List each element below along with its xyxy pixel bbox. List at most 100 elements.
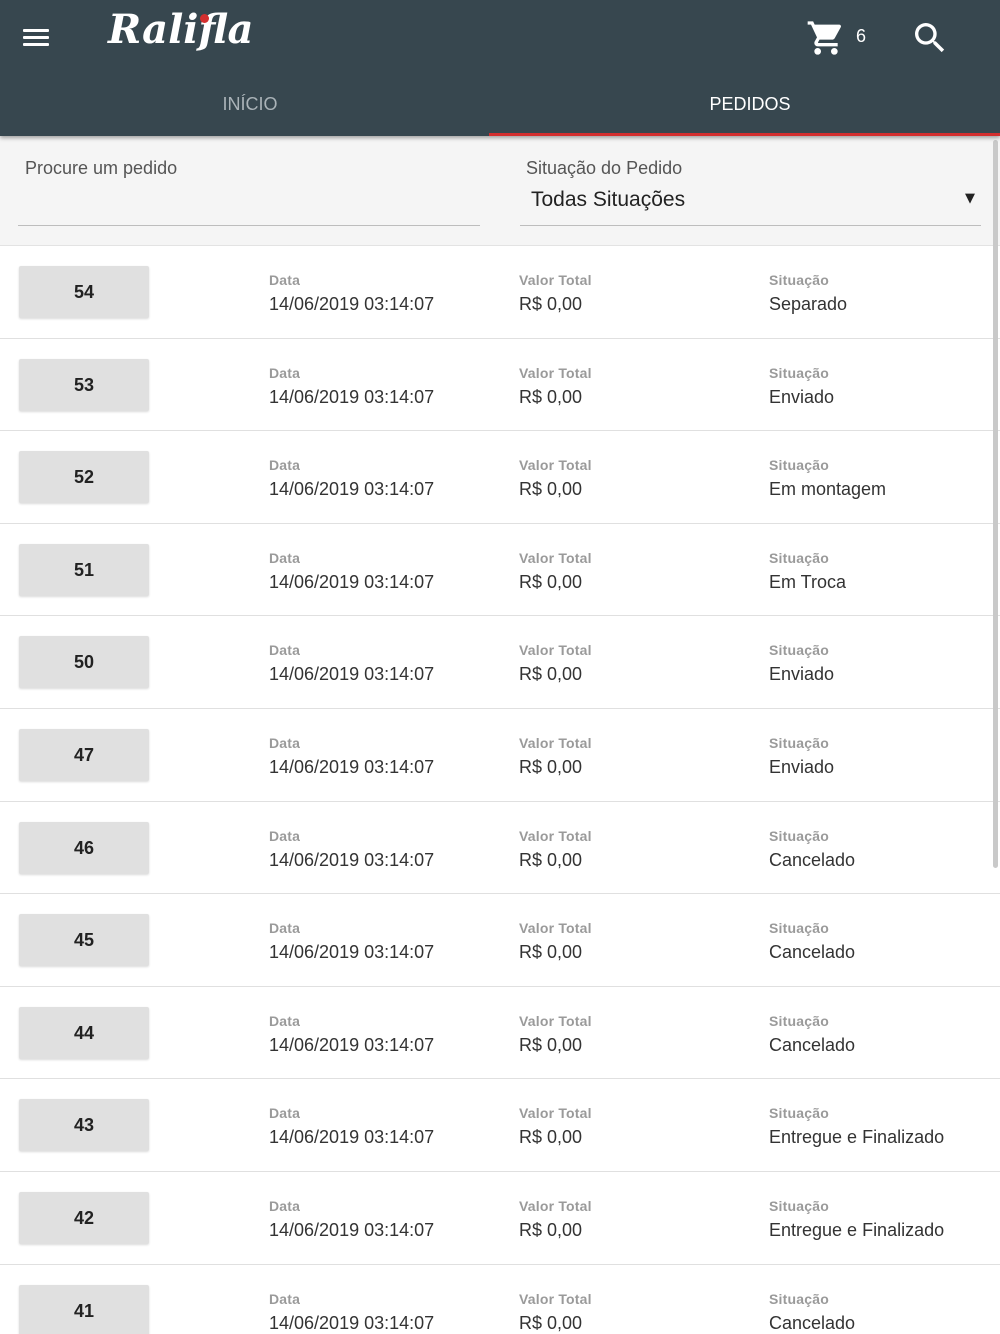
logo[interactable]: Ralifla: [108, 6, 253, 53]
total-label: Valor Total: [519, 920, 592, 937]
status-filter-value: Todas Situações: [531, 188, 686, 211]
status-label: Situação: [769, 920, 829, 937]
status-label: Situação: [769, 1290, 829, 1307]
order-total: Valor Total R$ 0,00: [519, 642, 592, 687]
date-value: 14/06/2019 03:14:07: [269, 849, 435, 870]
scrollbar[interactable]: [993, 140, 998, 868]
order-date: Data 14/06/2019 03:14:07: [269, 1198, 434, 1243]
order-row[interactable]: 42 Data 14/06/2019 03:14:07 Valor Total R$…: [0, 1172, 1000, 1265]
order-row[interactable]: 43 Data 14/06/2019 03:14:07 Valor Total R$…: [0, 1079, 1000, 1172]
search-icon[interactable]: [910, 18, 950, 58]
total-value: R$ 0,00: [519, 1127, 583, 1148]
order-number-button[interactable]: 51: [19, 543, 149, 596]
total-value: R$ 0,00: [519, 1034, 583, 1055]
order-number-button[interactable]: 45: [19, 914, 149, 967]
order-row[interactable]: 44 Data 14/06/2019 03:14:07 Valor Total R$…: [0, 987, 1000, 1080]
order-number-button[interactable]: 50: [19, 636, 149, 689]
date-label: Data: [269, 457, 301, 474]
order-row[interactable]: 47 Data 14/06/2019 03:14:07 Valor Total R$…: [0, 709, 1000, 802]
app-bar: Ralifla 6 INÍCIO PEDIDOS: [0, 0, 1000, 136]
tab-pedidos[interactable]: PEDIDOS: [500, 72, 1000, 136]
cart-icon[interactable]: [806, 18, 846, 58]
tab-inicio[interactable]: INÍCIO: [0, 72, 500, 136]
order-date: Data 14/06/2019 03:14:07: [269, 735, 434, 780]
status-label: Situação: [769, 642, 829, 659]
date-value: 14/06/2019 03:14:07: [269, 571, 435, 592]
date-value: 14/06/2019 03:14:07: [269, 756, 435, 777]
order-row[interactable]: 54 Data 14/06/2019 03:14:07 Valor Total R$…: [0, 246, 1000, 339]
status-value: Enviado: [769, 664, 835, 685]
status-filter-label: Situação do Pedido: [526, 158, 683, 178]
order-filters: Procure um pedido Situação do Pedido Tod…: [0, 136, 1000, 246]
order-date: Data 14/06/2019 03:14:07: [269, 1291, 434, 1334]
date-value: 14/06/2019 03:14:07: [269, 1312, 435, 1333]
order-search-input[interactable]: [18, 188, 480, 226]
total-value: R$ 0,00: [519, 571, 583, 592]
date-value: 14/06/2019 03:14:07: [269, 386, 435, 407]
total-label: Valor Total: [519, 1012, 592, 1029]
status-value: Em Troca: [769, 571, 847, 592]
order-row[interactable]: 50 Data 14/06/2019 03:14:07 Valor Total R$…: [0, 616, 1000, 709]
status-value: Entregue e Finalizado: [769, 1127, 945, 1148]
order-total: Valor Total R$ 0,00: [519, 920, 592, 965]
order-row[interactable]: 53 Data 14/06/2019 03:14:07 Valor Total R$…: [0, 339, 1000, 432]
order-status: Situação Enviado: [769, 735, 834, 780]
status-label: Situação: [769, 1012, 829, 1029]
status-label: Situação: [769, 827, 829, 844]
logo-accent-dot: [200, 14, 209, 23]
total-value: R$ 0,00: [519, 756, 583, 777]
total-label: Valor Total: [519, 642, 592, 659]
status-label: Situação: [769, 272, 829, 288]
order-number-button[interactable]: 54: [19, 266, 149, 318]
total-label: Valor Total: [519, 272, 592, 288]
order-row[interactable]: 51 Data 14/06/2019 03:14:07 Valor Total R$…: [0, 524, 1000, 617]
date-value: 14/06/2019 03:14:07: [269, 1034, 435, 1055]
menu-icon[interactable]: [14, 18, 58, 58]
order-list: 54 Data 14/06/2019 03:14:07 Valor Total R$…: [0, 246, 1000, 1334]
date-value: 14/06/2019 03:14:07: [269, 294, 435, 314]
status-value: Enviado: [769, 756, 835, 777]
status-value: Cancelado: [769, 942, 856, 963]
order-number-button[interactable]: 43: [19, 1099, 149, 1152]
order-total: Valor Total R$ 0,00: [519, 828, 592, 873]
order-total: Valor Total R$ 0,00: [519, 1105, 592, 1150]
order-status: Situação Entregue e Finalizado: [769, 1198, 944, 1243]
total-label: Valor Total: [519, 827, 592, 844]
order-status: Situação Separado: [769, 272, 847, 317]
order-date: Data 14/06/2019 03:14:07: [269, 365, 434, 410]
total-value: R$ 0,00: [519, 386, 583, 407]
order-number-button[interactable]: 47: [19, 728, 149, 781]
order-status: Situação Em Troca: [769, 550, 846, 595]
status-label: Situação: [769, 1105, 829, 1122]
status-label: Situação: [769, 549, 829, 566]
order-row[interactable]: 45 Data 14/06/2019 03:14:07 Valor Total R$…: [0, 894, 1000, 987]
order-number-button[interactable]: 44: [19, 1006, 149, 1059]
order-status: Situação Cancelado: [769, 1291, 855, 1334]
date-label: Data: [269, 364, 301, 381]
order-status: Situação Cancelado: [769, 1013, 855, 1058]
dropdown-arrow-icon: ▼: [965, 191, 975, 206]
date-label: Data: [269, 1105, 301, 1122]
total-label: Valor Total: [519, 1105, 592, 1122]
order-number-button[interactable]: 46: [19, 821, 149, 874]
status-value: Cancelado: [769, 849, 856, 870]
order-row[interactable]: 46 Data 14/06/2019 03:14:07 Valor Total R$…: [0, 802, 1000, 895]
status-value: Cancelado: [769, 1034, 856, 1055]
order-total: Valor Total R$ 0,00: [519, 1013, 592, 1058]
order-number-button[interactable]: 52: [19, 451, 149, 504]
order-row[interactable]: 52 Data 14/06/2019 03:14:07 Valor Total R$…: [0, 431, 1000, 524]
order-number-button[interactable]: 53: [19, 358, 149, 411]
order-number-button[interactable]: 41: [19, 1284, 149, 1334]
order-date: Data 14/06/2019 03:14:07: [269, 272, 434, 317]
status-label: Situação: [769, 1197, 829, 1214]
status-filter-select[interactable]: Todas Situações ▼: [520, 186, 981, 226]
order-total: Valor Total R$ 0,00: [519, 365, 592, 410]
order-date: Data 14/06/2019 03:14:07: [269, 550, 434, 595]
order-date: Data 14/06/2019 03:14:07: [269, 642, 434, 687]
order-row[interactable]: 41 Data 14/06/2019 03:14:07 Valor Total R$…: [0, 1265, 1000, 1334]
status-label: Situação: [769, 734, 829, 751]
order-number-button[interactable]: 42: [19, 1191, 149, 1244]
order-total: Valor Total R$ 0,00: [519, 1291, 592, 1334]
status-value: Separado: [769, 294, 848, 314]
total-label: Valor Total: [519, 1197, 592, 1214]
